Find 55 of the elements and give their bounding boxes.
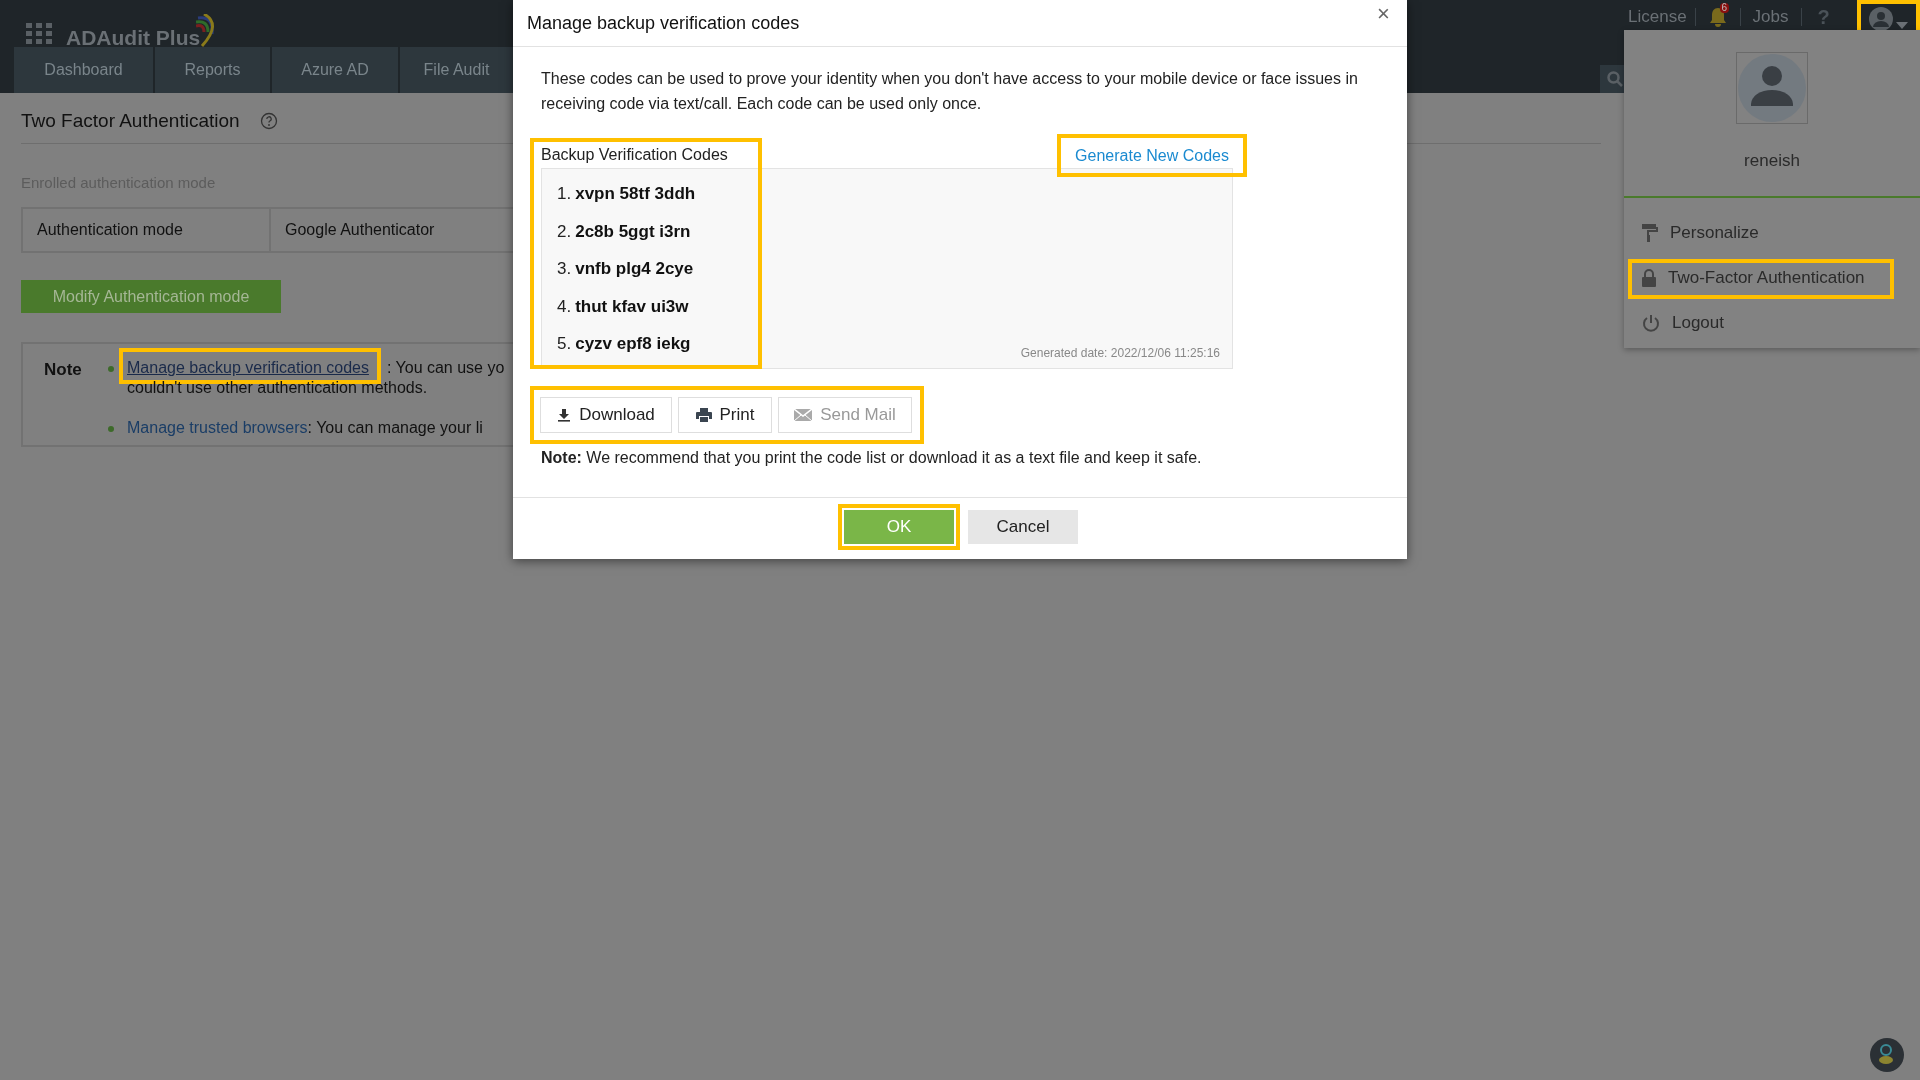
close-button[interactable]: × bbox=[1377, 3, 1390, 25]
nav-tab[interactable]: File Audit bbox=[400, 47, 513, 93]
table-cell: Authentication mode bbox=[23, 209, 271, 251]
dialog-note: Note: We recommend that you print the code list or download it as a text file and keep it safe. bbox=[541, 448, 1202, 468]
username: reneish bbox=[1743, 150, 1801, 172]
printer-icon bbox=[695, 408, 712, 422]
help-button[interactable]: ? bbox=[1801, 2, 1846, 32]
jobs-link[interactable]: Jobs bbox=[1740, 4, 1801, 30]
paint-roller-icon bbox=[1642, 223, 1658, 242]
app-name: ADAudit Plus bbox=[66, 27, 201, 48]
license-link[interactable]: License bbox=[1620, 4, 1695, 30]
user-menu-button[interactable] bbox=[1867, 6, 1910, 32]
code-number: 2. bbox=[557, 220, 572, 243]
codes-label: Backup Verification Codes bbox=[541, 145, 728, 165]
table-cell-text: Google Authenticator bbox=[284, 220, 436, 240]
app-grid-icon[interactable] bbox=[26, 23, 52, 45]
backup-code: vnfb plg4 2cye bbox=[575, 258, 694, 280]
dialog-description: These codes can be used to prove your identity when you don't have access to your mobile device or face issues in receiving code via text/call. Each code can be used only once. bbox=[541, 69, 1359, 114]
manage-link[interactable]: Manage backup verification codes bbox=[127, 359, 369, 376]
chat-avatar-button[interactable] bbox=[1870, 1038, 1904, 1072]
note-text: Manage backup verification codes : You can use yo couldn't use other authentication methods. bbox=[127, 358, 505, 398]
nav-tab[interactable]: Reports bbox=[155, 47, 270, 93]
nav-tab[interactable]: Dashboard bbox=[14, 47, 153, 93]
code-number: 1. bbox=[557, 183, 572, 205]
search-icon[interactable] bbox=[1607, 71, 1623, 87]
note-heading: Note bbox=[44, 359, 82, 381]
menu-item[interactable]: Personalize bbox=[1642, 220, 1759, 246]
code-number: 3. bbox=[557, 258, 572, 280]
download-icon bbox=[557, 408, 572, 422]
modify-mode-button[interactable]: Modify Authentication mode bbox=[21, 280, 281, 313]
generated-date: Generated date: 2022/12/06 11:25:16 bbox=[1020, 345, 1220, 362]
backup-code: thut kfav ui3w bbox=[575, 295, 689, 318]
cancel-button[interactable]: Cancel bbox=[968, 510, 1078, 544]
envelope-icon bbox=[794, 409, 813, 421]
ok-button[interactable]: OK bbox=[844, 510, 954, 544]
power-icon bbox=[1642, 313, 1660, 332]
dialog-title: Manage backup verification codes bbox=[527, 12, 800, 35]
help-icon[interactable] bbox=[259, 112, 278, 131]
code-number: 4. bbox=[557, 295, 572, 318]
backup-code: 2c8b 5ggt i3rn bbox=[575, 220, 691, 243]
lock-icon bbox=[1642, 268, 1656, 287]
manage-link[interactable]: Manage trusted browsers bbox=[127, 419, 308, 436]
download-button[interactable]: Download bbox=[540, 397, 672, 433]
code-number: 5. bbox=[557, 333, 572, 355]
note-text: Manage trusted browsers: You can manage your li bbox=[127, 418, 483, 438]
generate-codes-link[interactable]: Generate New Codes bbox=[1075, 143, 1229, 168]
page-title: Two Factor Authentication bbox=[21, 109, 240, 133]
notification-count: 6 bbox=[1719, 3, 1730, 13]
menu-item[interactable]: Logout bbox=[1642, 310, 1724, 336]
avatar-icon bbox=[1738, 54, 1806, 122]
backup-code: xvpn 58tf 3ddh bbox=[575, 183, 696, 205]
backup-code: cyzv epf8 iekg bbox=[575, 333, 691, 355]
print-button[interactable]: Print bbox=[678, 397, 772, 433]
nav-tab[interactable]: Azure AD bbox=[272, 47, 398, 93]
menu-item[interactable]: Two-Factor Authentication bbox=[1642, 265, 1865, 291]
